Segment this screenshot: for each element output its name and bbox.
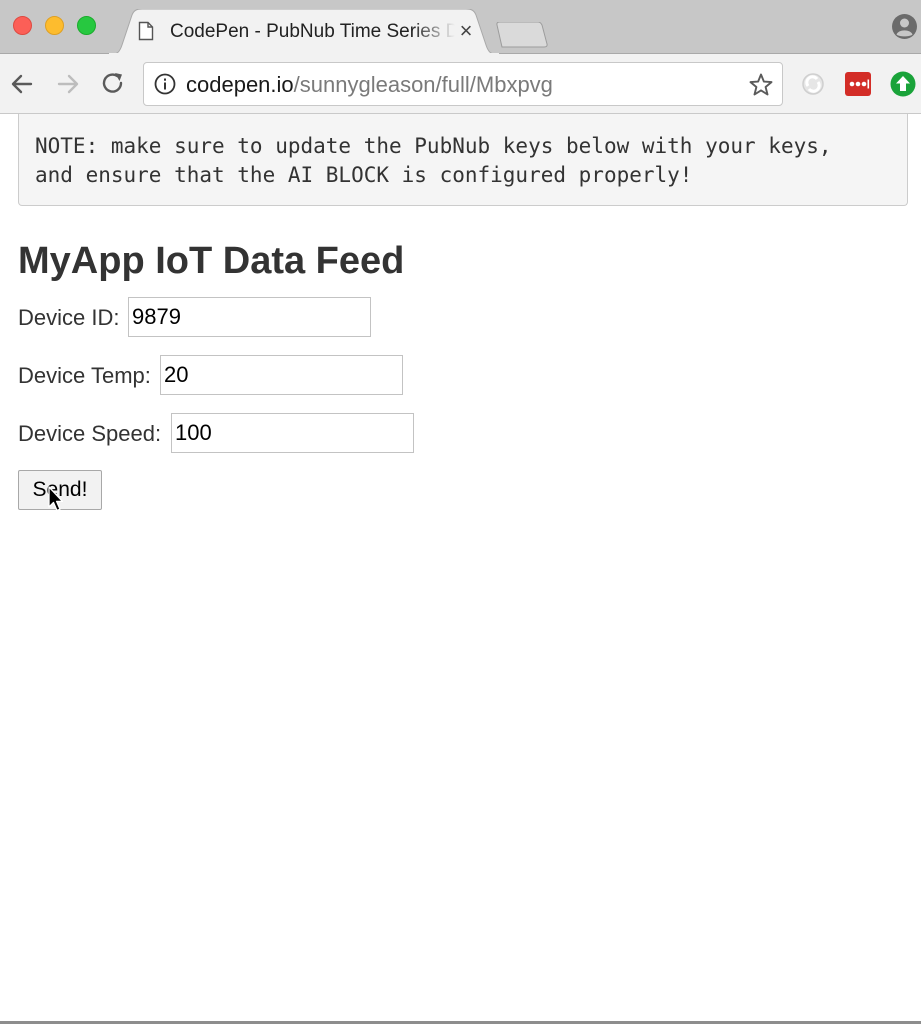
device-temp-label: Device Temp:	[18, 363, 151, 388]
tab-close-icon[interactable]: ×	[455, 19, 477, 43]
device-id-label: Device ID:	[18, 305, 120, 330]
send-button[interactable]: Send!	[18, 470, 102, 510]
url-text[interactable]: codepen.io/sunnygleason/full/Mbxpvg	[186, 72, 553, 98]
url-host: codepen.io	[186, 72, 294, 97]
new-tab-button[interactable]	[496, 22, 548, 48]
lastpass-icon[interactable]	[844, 70, 872, 98]
note-line-1: NOTE: make sure to update the PubNub key…	[35, 134, 832, 158]
back-arrow-icon[interactable]	[8, 70, 36, 98]
tab-strip: CodePen - PubNub Time Series Dashboard ×	[0, 0, 921, 55]
page-title: MyApp IoT Data Feed	[18, 240, 405, 282]
note-line-2: and ensure that the AI BLOCK is configur…	[35, 163, 693, 187]
window-minimize-button[interactable]	[45, 16, 64, 35]
tab-title: CodePen - PubNub Time Series Dashboard	[170, 21, 455, 42]
profile-icon[interactable]	[891, 13, 918, 40]
browser-tab-active[interactable]: CodePen - PubNub Time Series Dashboard ×	[108, 9, 500, 55]
page-icon	[138, 21, 154, 41]
reload-icon[interactable]	[99, 70, 127, 98]
window-close-button[interactable]	[13, 16, 32, 35]
device-id-input[interactable]	[128, 297, 371, 337]
device-speed-label: Device Speed:	[18, 421, 162, 446]
sync-extension-icon[interactable]	[799, 70, 827, 98]
info-icon[interactable]	[154, 73, 176, 95]
url-path: /sunnygleason/full/Mbxpvg	[293, 72, 553, 97]
forward-arrow-icon[interactable]	[54, 70, 82, 98]
window-maximize-button[interactable]	[77, 16, 96, 35]
note-box: NOTE: make sure to update the PubNub key…	[18, 114, 908, 206]
upload-extension-icon[interactable]	[889, 70, 917, 98]
address-bar[interactable]: codepen.io/sunnygleason/full/Mbxpvg	[143, 62, 783, 106]
browser-toolbar: codepen.io/sunnygleason/full/Mbxpvg	[0, 54, 921, 114]
bookmark-star-icon[interactable]	[748, 72, 774, 98]
device-speed-input[interactable]	[171, 413, 414, 453]
device-temp-input[interactable]	[160, 355, 403, 395]
